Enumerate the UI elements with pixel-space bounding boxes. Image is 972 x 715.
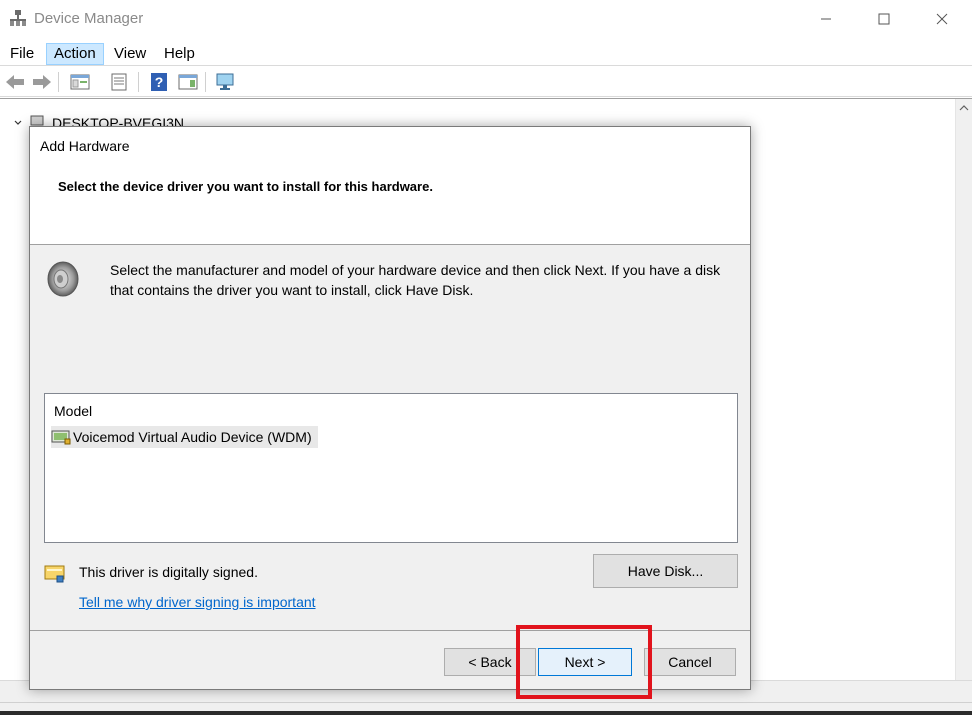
model-item-label: Voicemod Virtual Audio Device (WDM) xyxy=(73,429,312,445)
svg-text:?: ? xyxy=(155,74,164,90)
chevron-down-icon[interactable] xyxy=(14,119,22,127)
window-title: Device Manager xyxy=(34,10,144,27)
signed-driver-icon xyxy=(44,564,66,584)
model-list[interactable]: Model Voicemod Virtual Audio Device (WDM… xyxy=(44,393,738,543)
highlight-annotation xyxy=(516,625,652,699)
driver-signing-link[interactable]: Tell me why driver signing is important xyxy=(79,594,316,610)
cancel-button[interactable]: Cancel xyxy=(644,648,736,676)
minimize-button[interactable] xyxy=(797,0,855,38)
close-icon xyxy=(936,13,948,25)
vertical-scrollbar[interactable] xyxy=(955,99,972,683)
dialog-title: Add Hardware xyxy=(40,138,130,154)
device-manager-icon xyxy=(9,9,27,27)
title-bar: Device Manager xyxy=(0,0,972,38)
maximize-icon xyxy=(878,13,890,25)
minimize-icon xyxy=(821,18,831,20)
dialog-header: Add Hardware Select the device driver yo… xyxy=(30,127,750,245)
audio-device-icon xyxy=(51,430,71,445)
model-list-item[interactable]: Voicemod Virtual Audio Device (WDM) xyxy=(51,426,318,448)
model-column-header[interactable]: Model xyxy=(54,403,92,419)
monitor-scan-icon xyxy=(216,73,234,90)
properties-toolbar-button[interactable] xyxy=(108,71,130,93)
scroll-up-icon[interactable] xyxy=(956,101,972,115)
menu-file[interactable]: File xyxy=(3,43,41,65)
help-toolbar-button[interactable]: ? xyxy=(148,71,170,93)
back-arrow-icon xyxy=(6,75,24,89)
toolbar: ? xyxy=(0,67,972,97)
back-toolbar-button[interactable] xyxy=(4,71,26,93)
help-question-icon: ? xyxy=(151,73,167,91)
speaker-icon xyxy=(46,261,80,297)
taskbar-edge xyxy=(0,711,972,715)
add-hardware-dialog: Add Hardware Select the device driver yo… xyxy=(29,126,751,690)
maximize-button[interactable] xyxy=(855,0,913,38)
instructions-text: Select the manufacturer and model of you… xyxy=(110,262,721,298)
show-hide-console-tree-button[interactable] xyxy=(69,71,91,93)
close-button[interactable] xyxy=(913,0,971,38)
have-disk-button[interactable]: Have Disk... xyxy=(593,554,738,588)
forward-arrow-icon xyxy=(33,75,51,89)
action-pane-toolbar-button[interactable] xyxy=(177,71,199,93)
forward-toolbar-button[interactable] xyxy=(31,71,53,93)
menu-view[interactable]: View xyxy=(107,43,153,65)
menu-action[interactable]: Action xyxy=(46,43,104,65)
properties-icon xyxy=(111,73,127,91)
action-pane-icon xyxy=(178,74,198,90)
scan-hardware-toolbar-button[interactable] xyxy=(215,71,237,93)
console-tree-icon xyxy=(70,74,90,90)
dialog-subtitle: Select the device driver you want to ins… xyxy=(58,179,433,194)
menu-bar: File Action View Help xyxy=(0,40,972,66)
menu-help[interactable]: Help xyxy=(157,43,202,65)
signed-driver-text: This driver is digitally signed. xyxy=(79,564,258,580)
